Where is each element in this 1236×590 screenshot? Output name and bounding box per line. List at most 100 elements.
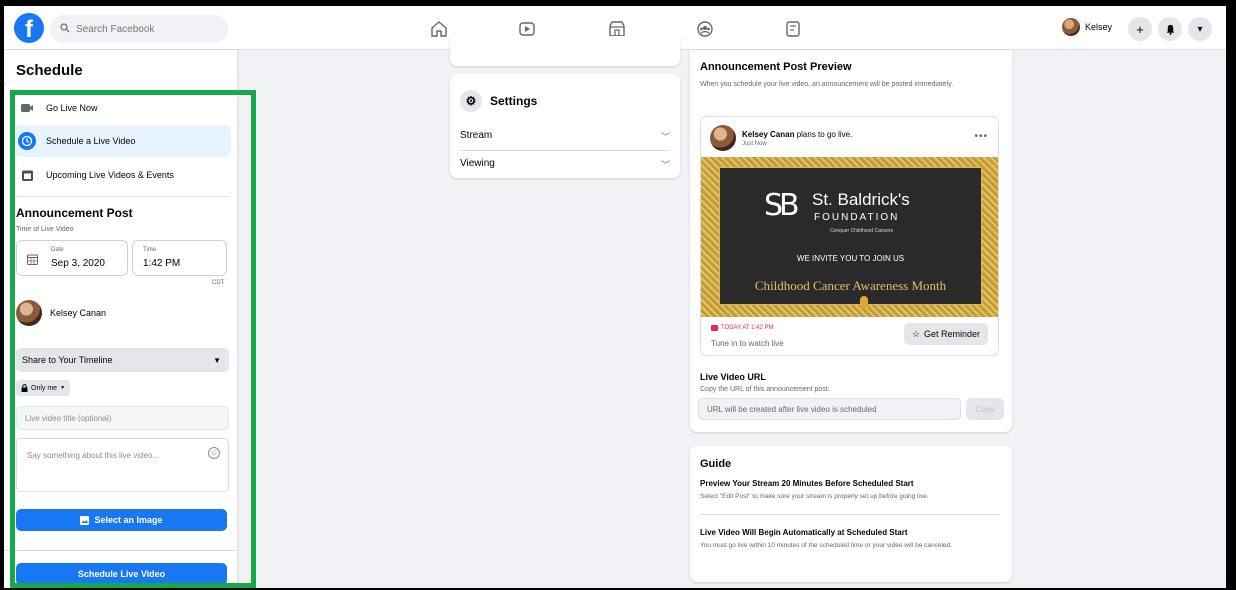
clock-icon [18, 132, 36, 150]
settings-row-label: Stream [460, 130, 493, 141]
time-picker[interactable]: Time 1:42 PM [132, 240, 227, 276]
settings-title: Settings [490, 94, 538, 108]
image-icon [80, 515, 90, 525]
calendar-icon [18, 166, 36, 184]
facebook-logo[interactable]: f [14, 13, 44, 43]
time-value: 1:42 PM [143, 258, 181, 269]
url-placeholder: URL will be created after live video is … [707, 404, 877, 414]
search-input[interactable] [76, 23, 206, 35]
event-banner-image: SB St. Baldrick's FOUNDATION Conquer Chi… [701, 157, 998, 317]
sidebar-item-schedule-live-video[interactable]: Schedule a Live Video [12, 125, 231, 157]
post-author: Kelsey Canan [16, 300, 106, 326]
preview-title: Announcement Post Preview [700, 61, 852, 73]
sidebar-item-label: Upcoming Live Videos & Events [46, 170, 174, 180]
description-placeholder: Say something about this live video... [27, 451, 160, 460]
gear-icon: ⚙ [460, 90, 482, 112]
chevron-down-icon: ﹀ [660, 132, 670, 142]
date-label: Date [51, 247, 64, 253]
title-placeholder: Live video title (optional) [25, 413, 112, 423]
description-input[interactable]: Say something about this live video... ☺ [16, 438, 229, 492]
settings-heading: ⚙ Settings [460, 90, 537, 112]
account-menu-button[interactable]: ▾ [1188, 17, 1212, 41]
preview-post: Kelsey Canan plans to go live. Just Now … [700, 116, 999, 356]
app-window: f Kelsey + [4, 6, 1226, 588]
post-header: Kelsey Canan plans to go live. Just Now [710, 125, 852, 151]
announcement-preview-card: Announcement Post Preview When you sched… [690, 50, 1012, 432]
announcement-post-heading: Announcement Post [16, 206, 133, 220]
copy-url-button[interactable]: Copy [966, 398, 1004, 420]
schedule-live-video-button[interactable]: Schedule Live Video [16, 563, 227, 585]
preview-subtitle: When you schedule your live video, an an… [700, 81, 954, 88]
more-options-icon[interactable]: ••• [974, 131, 988, 142]
settings-card: ⚙ Settings Stream ﹀ Viewing ﹀ [450, 74, 680, 178]
sidebar-item-label: Go Live Now [46, 103, 98, 113]
guide-item-text: You must go live within 10 minutes of th… [700, 542, 952, 549]
settings-row-label: Viewing [460, 158, 495, 169]
divider [700, 514, 1000, 515]
caret-down-icon: ▼ [60, 385, 66, 391]
create-button[interactable]: + [1128, 17, 1152, 41]
get-reminder-button[interactable]: ☆ Get Reminder [903, 323, 988, 345]
schedule-sidebar: Schedule Go Live Now Schedule a Live Vid… [4, 50, 237, 588]
banner-invite-text: WE INVITE YOU TO JOIN US [796, 254, 905, 263]
profile-name: Kelsey [1085, 22, 1113, 32]
caret-down-icon: ▾ [1197, 23, 1203, 35]
avatar [16, 300, 42, 326]
settings-row-viewing[interactable]: Viewing ﹀ [460, 158, 670, 171]
emoji-icon[interactable]: ☺ [208, 447, 220, 459]
guide-item-text: Select "Edit Post" to make sure your str… [700, 493, 929, 500]
plus-icon: + [1136, 21, 1144, 37]
notifications-button[interactable] [1158, 17, 1182, 41]
guide-title: Guide [700, 458, 732, 470]
chevron-down-icon: ﹀ [660, 160, 670, 170]
guide-card: Guide Preview Your Stream 20 Minutes Bef… [690, 446, 1012, 582]
post-author-name: Kelsey Canan [742, 129, 795, 139]
schedule-button-label: Schedule Live Video [77, 569, 166, 579]
divider [4, 550, 237, 551]
awareness-ribbon-icon [860, 296, 868, 308]
post-action-text: plans to go live. [796, 129, 853, 139]
live-time-tag: TODAY AT 1:42 PM [711, 325, 773, 331]
date-value: Sep 3, 2020 [51, 258, 105, 269]
live-video-url-subtitle: Copy the URL of this announcement post. [700, 386, 830, 393]
camera-icon [18, 99, 36, 117]
time-of-live-video-label: Time of Live Video [16, 226, 74, 233]
live-icon [711, 325, 718, 331]
divider [16, 196, 229, 197]
privacy-selector[interactable]: Only me ▼ [16, 380, 71, 396]
gaming-icon[interactable] [782, 18, 804, 40]
timezone-label: CDT [212, 280, 225, 286]
calendar-grid-icon [27, 252, 38, 270]
search-bar[interactable] [50, 15, 228, 43]
profile-chip[interactable]: Kelsey [1062, 18, 1112, 36]
sidebar-item-label: Schedule a Live Video [46, 136, 136, 146]
live-video-url-field[interactable]: URL will be created after live video is … [698, 398, 961, 420]
guide-item-heading: Live Video Will Begin Automatically at S… [700, 528, 908, 537]
lock-icon [21, 384, 28, 392]
date-picker[interactable]: Date Sep 3, 2020 [16, 240, 128, 276]
live-video-url-heading: Live Video URL [700, 372, 766, 382]
avatar [1062, 18, 1080, 36]
privacy-value: Only me [31, 384, 58, 392]
banner-panel: SB St. Baldrick's FOUNDATION Conquer Chi… [719, 167, 982, 308]
sidebar-item-go-live-now[interactable]: Go Live Now [12, 92, 231, 124]
foundation-logo-icon: SB [764, 188, 800, 223]
banner-org-tagline: Conquer Childhood Cancers [830, 228, 894, 234]
sidebar-title: Schedule [16, 62, 83, 79]
groups-icon[interactable] [694, 18, 716, 40]
home-icon[interactable] [428, 18, 450, 40]
author-name: Kelsey Canan [50, 308, 107, 318]
share-destination-select[interactable]: Share to Your Timeline ▼ [16, 348, 229, 372]
title-input[interactable]: Live video title (optional) [16, 406, 229, 430]
banner-org-subname: FOUNDATION [814, 212, 900, 223]
select-image-button[interactable]: Select an Image [16, 509, 227, 531]
select-image-label: Select an Image [94, 515, 163, 525]
avatar [710, 125, 736, 151]
tune-in-text: Tune in to watch live [711, 339, 784, 348]
banner-month-text: Childhood Cancer Awareness Month [754, 278, 947, 293]
search-icon [60, 22, 70, 36]
settings-row-stream[interactable]: Stream ﹀ [460, 130, 670, 143]
banner-org-name: St. Baldrick's [812, 190, 910, 209]
sidebar-item-upcoming-live-videos[interactable]: Upcoming Live Videos & Events [12, 159, 231, 191]
live-time-text: TODAY AT 1:42 PM [721, 325, 774, 331]
